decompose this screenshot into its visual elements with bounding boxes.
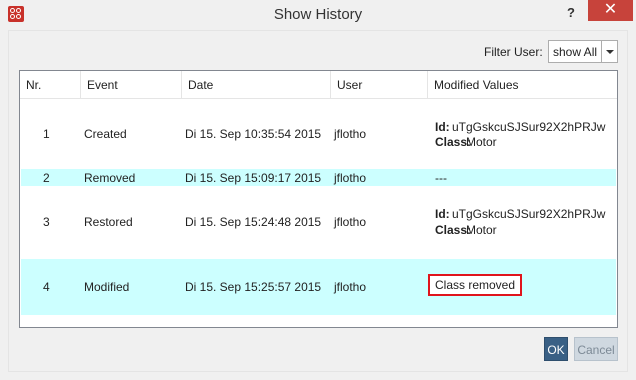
- filter-user-value: show All: [553, 45, 598, 59]
- modified-value-highlight: Class removed: [428, 274, 523, 296]
- ok-button[interactable]: OK: [544, 337, 568, 361]
- column-header-event[interactable]: Event: [81, 71, 182, 99]
- row-date: Di 15. Sep 15:24:48 2015: [185, 215, 322, 229]
- row-user: jflotho: [334, 280, 367, 294]
- row-date: Di 15. Sep 10:35:54 2015: [185, 127, 322, 141]
- modified-value: ---: [435, 171, 447, 185]
- table-row[interactable]: 3 Restored Di 15. Sep 15:24:48 2015 jflo…: [21, 186, 616, 259]
- table-row[interactable]: 2 Removed Di 15. Sep 15:09:17 2015 jflot…: [21, 169, 616, 186]
- chevron-down-icon[interactable]: [601, 41, 617, 62]
- id-value: uTgGskcuSJSur92X2hPRJw: [452, 207, 606, 221]
- cancel-button[interactable]: Cancel: [574, 337, 618, 361]
- row-event: Restored: [84, 215, 133, 229]
- filter-user-label: Filter User:: [484, 45, 543, 59]
- table-row[interactable]: 1 Created Di 15. Sep 10:35:54 2015 jflot…: [21, 101, 616, 169]
- history-table[interactable]: Nr. Event Date User Modified Values 1 Cr…: [19, 70, 618, 328]
- row-user: jflotho: [334, 171, 367, 185]
- id-label: Id:: [435, 207, 450, 221]
- modified-value: Class removed: [435, 278, 516, 292]
- row-user: jflotho: [334, 215, 367, 229]
- filter-user-dropdown[interactable]: show All: [548, 40, 618, 63]
- table-row[interactable]: 4 Modified Di 15. Sep 15:25:57 2015 jflo…: [21, 259, 616, 315]
- close-button[interactable]: ✕: [588, 0, 633, 21]
- row-nr: 3: [43, 215, 50, 229]
- row-user: jflotho: [334, 127, 367, 141]
- row-event: Modified: [84, 280, 130, 294]
- column-header-user[interactable]: User: [331, 71, 428, 99]
- table-header: Nr. Event Date User Modified Values: [20, 71, 617, 99]
- window-title: Show History: [273, 6, 363, 23]
- class-value: Motor: [466, 223, 497, 237]
- column-header-modified-values[interactable]: Modified Values: [428, 71, 617, 99]
- row-date: Di 15. Sep 15:09:17 2015: [185, 171, 322, 185]
- id-label: Id:: [435, 120, 450, 134]
- class-value: Motor: [466, 135, 497, 149]
- row-date: Di 15. Sep 15:25:57 2015: [185, 280, 322, 294]
- row-event: Created: [84, 127, 127, 141]
- row-event: Removed: [84, 171, 136, 185]
- help-button[interactable]: ?: [560, 3, 582, 23]
- title-bar: Show History ? ✕: [0, 0, 636, 30]
- row-nr: 1: [43, 127, 50, 141]
- row-nr: 4: [43, 280, 50, 294]
- row-nr: 2: [43, 171, 50, 185]
- id-value: uTgGskcuSJSur92X2hPRJw: [452, 120, 606, 134]
- column-header-nr[interactable]: Nr.: [20, 71, 81, 99]
- column-header-date[interactable]: Date: [182, 71, 331, 99]
